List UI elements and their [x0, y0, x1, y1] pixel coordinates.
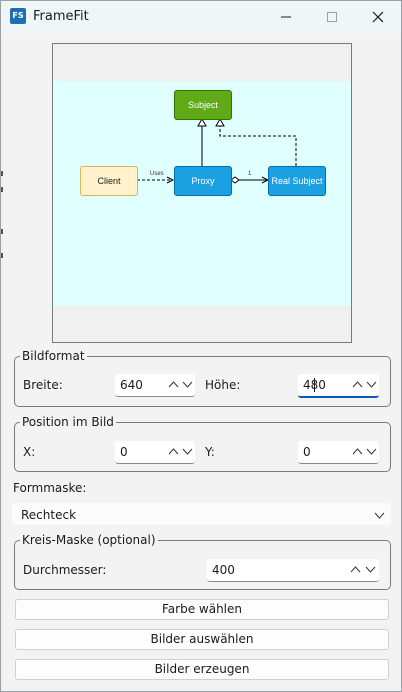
spin-up-icon[interactable]: [350, 565, 361, 573]
preview-canvas: Subject Client Proxy Real Subject Uses 1: [53, 81, 351, 306]
spin-down-icon[interactable]: [366, 380, 377, 388]
x-value: 0: [120, 445, 128, 459]
maximize-icon: [327, 12, 337, 22]
spin-up-icon[interactable]: [352, 380, 363, 388]
app-window: FS FrameFit Subject Client Proxy Real Su…: [0, 0, 402, 692]
minimize-button[interactable]: [263, 1, 309, 33]
y-label: Y:: [205, 445, 215, 459]
breite-value: 640: [120, 378, 143, 392]
hoehe-label: Höhe:: [205, 378, 241, 392]
spin-down-icon[interactable]: [366, 447, 377, 455]
uml-client-node: Client: [80, 166, 138, 196]
y-spinbox[interactable]: 0: [298, 441, 379, 464]
bilder-auswaehlen-button[interactable]: Bilder auswählen: [15, 629, 389, 650]
minimize-icon: [281, 16, 291, 18]
uml-uses-label: Uses: [150, 171, 164, 177]
formmaske-select[interactable]: Rechteck: [12, 503, 391, 525]
spin-down-icon[interactable]: [182, 380, 193, 388]
breite-spinbox[interactable]: 640: [115, 374, 195, 397]
edge-marker: [1, 171, 3, 176]
durchmesser-label: Durchmesser:: [23, 563, 107, 577]
position-legend: Position im Bild: [22, 415, 114, 429]
chevron-down-icon: [374, 512, 385, 519]
window-title: FrameFit: [33, 9, 89, 24]
formmaske-label: Formmaske:: [13, 481, 87, 495]
y-value: 0: [303, 445, 311, 459]
text-caret: [314, 378, 315, 392]
uml-subject-node: Subject: [174, 90, 232, 120]
title-bar[interactable]: FS FrameFit: [1, 1, 401, 33]
edge-marker: [1, 229, 3, 234]
edge-marker: [1, 253, 3, 258]
farbe-waehlen-button[interactable]: Farbe wählen: [15, 599, 389, 620]
app-logo-icon: FS: [10, 8, 26, 24]
uml-real-subject-node: Real Subject: [268, 166, 326, 196]
kreis-maske-legend: Kreis-Maske (optional): [22, 533, 156, 547]
spin-down-icon[interactable]: [365, 565, 376, 573]
close-icon: [372, 11, 384, 23]
bildformat-legend: Bildformat: [22, 349, 85, 363]
maximize-button[interactable]: [309, 1, 355, 33]
hoehe-spinbox[interactable]: 480: [298, 374, 379, 398]
x-label: X:: [23, 445, 36, 459]
image-preview: Subject Client Proxy Real Subject Uses 1: [52, 43, 352, 343]
spin-up-icon[interactable]: [168, 447, 179, 455]
spin-up-icon[interactable]: [168, 380, 179, 388]
durchmesser-spinbox[interactable]: 400: [207, 559, 379, 582]
uml-multiplicity-label: 1: [248, 171, 252, 177]
uml-proxy-node: Proxy: [174, 166, 232, 196]
edge-marker: [1, 187, 3, 192]
spin-up-icon[interactable]: [352, 447, 363, 455]
durchmesser-value: 400: [212, 563, 235, 577]
bilder-erzeugen-button[interactable]: Bilder erzeugen: [15, 659, 389, 680]
x-spinbox[interactable]: 0: [115, 441, 195, 464]
close-button[interactable]: [355, 1, 401, 33]
spin-down-icon[interactable]: [182, 447, 193, 455]
breite-label: Breite:: [23, 378, 63, 392]
formmaske-selected: Rechteck: [21, 508, 77, 522]
